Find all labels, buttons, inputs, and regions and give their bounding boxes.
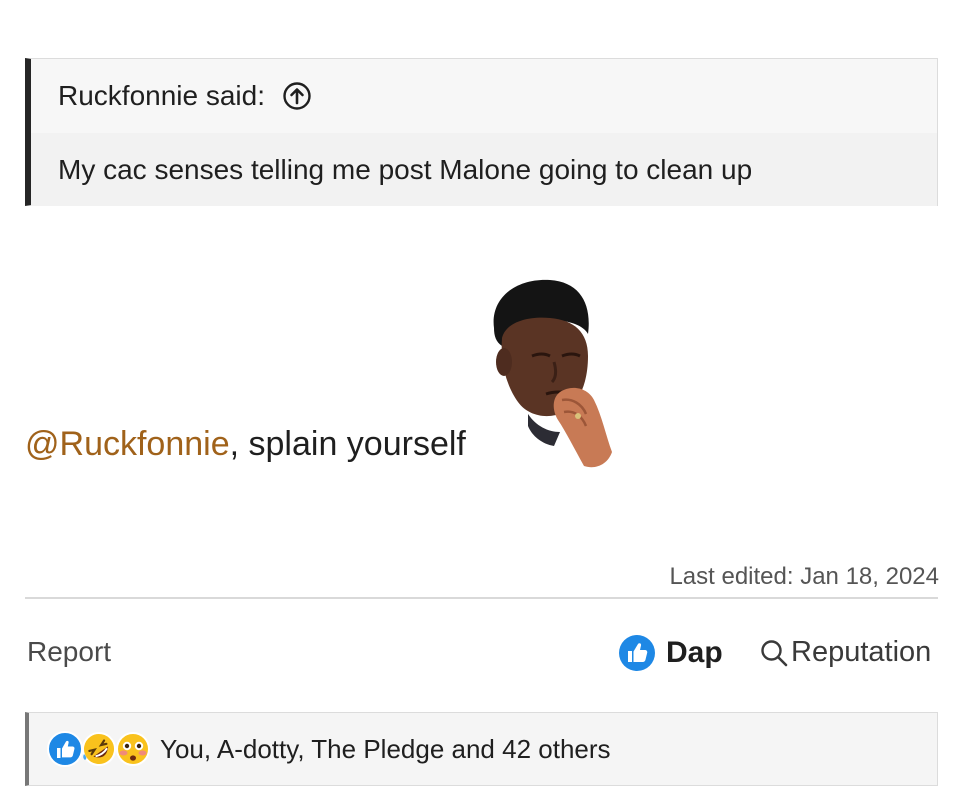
like-icon bbox=[619, 635, 655, 671]
quote-text: My cac senses telling me post Malone goi… bbox=[31, 133, 937, 206]
rofl-icon bbox=[82, 732, 116, 766]
like-icon bbox=[47, 731, 83, 767]
search-icon bbox=[761, 639, 788, 666]
post-text: @Ruckfonnie, splain yourself bbox=[25, 425, 466, 464]
reputation-button[interactable]: Reputation bbox=[759, 636, 931, 669]
dap-label: Dap bbox=[666, 636, 723, 669]
quote-author[interactable]: Ruckfonnie said: bbox=[58, 80, 265, 112]
reactions-bar[interactable]: You, A-dotty, The Pledge and 42 others bbox=[25, 712, 938, 786]
divider bbox=[25, 597, 938, 599]
reputation-label: Reputation bbox=[791, 636, 932, 668]
dap-button[interactable]: Dap bbox=[618, 634, 723, 672]
reactions-text: You, A-dotty, The Pledge and 42 others bbox=[160, 733, 611, 764]
flushed-icon bbox=[116, 732, 150, 766]
user-mention-link[interactable]: @Ruckfonnie bbox=[25, 425, 230, 463]
last-edited-label: Last edited: Jan 18, 2024 bbox=[669, 563, 939, 590]
quote-block: Ruckfonnie said: My cac senses telling m… bbox=[25, 58, 938, 206]
quote-header: Ruckfonnie said: bbox=[31, 59, 937, 133]
arrow-up-circle-icon[interactable] bbox=[282, 81, 312, 111]
reaction-icons bbox=[46, 730, 150, 768]
post-message: , splain yourself bbox=[229, 425, 466, 463]
report-link[interactable]: Report bbox=[27, 636, 111, 668]
thinking-man-image bbox=[493, 279, 612, 468]
